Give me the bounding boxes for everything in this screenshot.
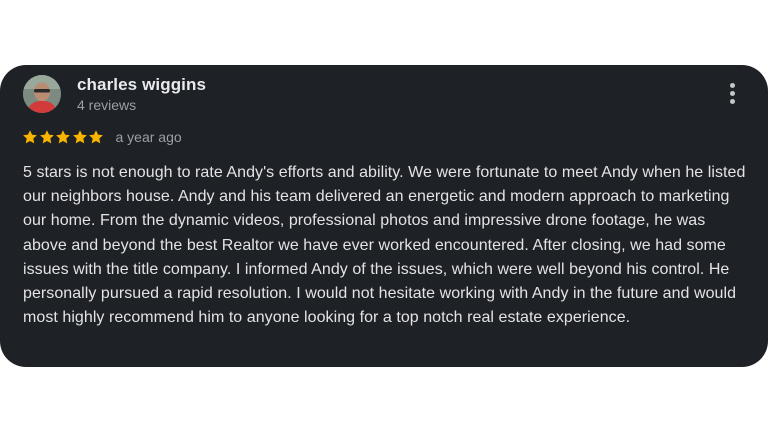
more-vertical-icon-dot bbox=[729, 91, 735, 96]
review-text: 5 stars is not enough to rate Andy's eff… bbox=[23, 164, 746, 327]
more-vertical-icon-dot bbox=[729, 99, 735, 104]
avatar-photo bbox=[23, 75, 61, 113]
more-options-button[interactable] bbox=[726, 83, 738, 107]
reviewer-name[interactable]: charles wiggins bbox=[77, 75, 206, 95]
star-icon bbox=[39, 130, 54, 144]
star-icon bbox=[89, 130, 103, 144]
reviewer-avatar[interactable] bbox=[23, 75, 61, 113]
more-vertical-icon bbox=[729, 83, 735, 88]
rating-row: a year ago bbox=[22, 127, 182, 147]
review-card: charles wiggins 4 reviews a year ago 5 s… bbox=[0, 65, 768, 367]
star-icon bbox=[23, 130, 37, 144]
reviewer-review-count: 4 reviews bbox=[77, 97, 137, 113]
review-time: a year ago bbox=[115, 129, 182, 145]
star-icon bbox=[72, 130, 87, 144]
star-icon bbox=[56, 130, 70, 144]
star-rating bbox=[22, 129, 105, 145]
